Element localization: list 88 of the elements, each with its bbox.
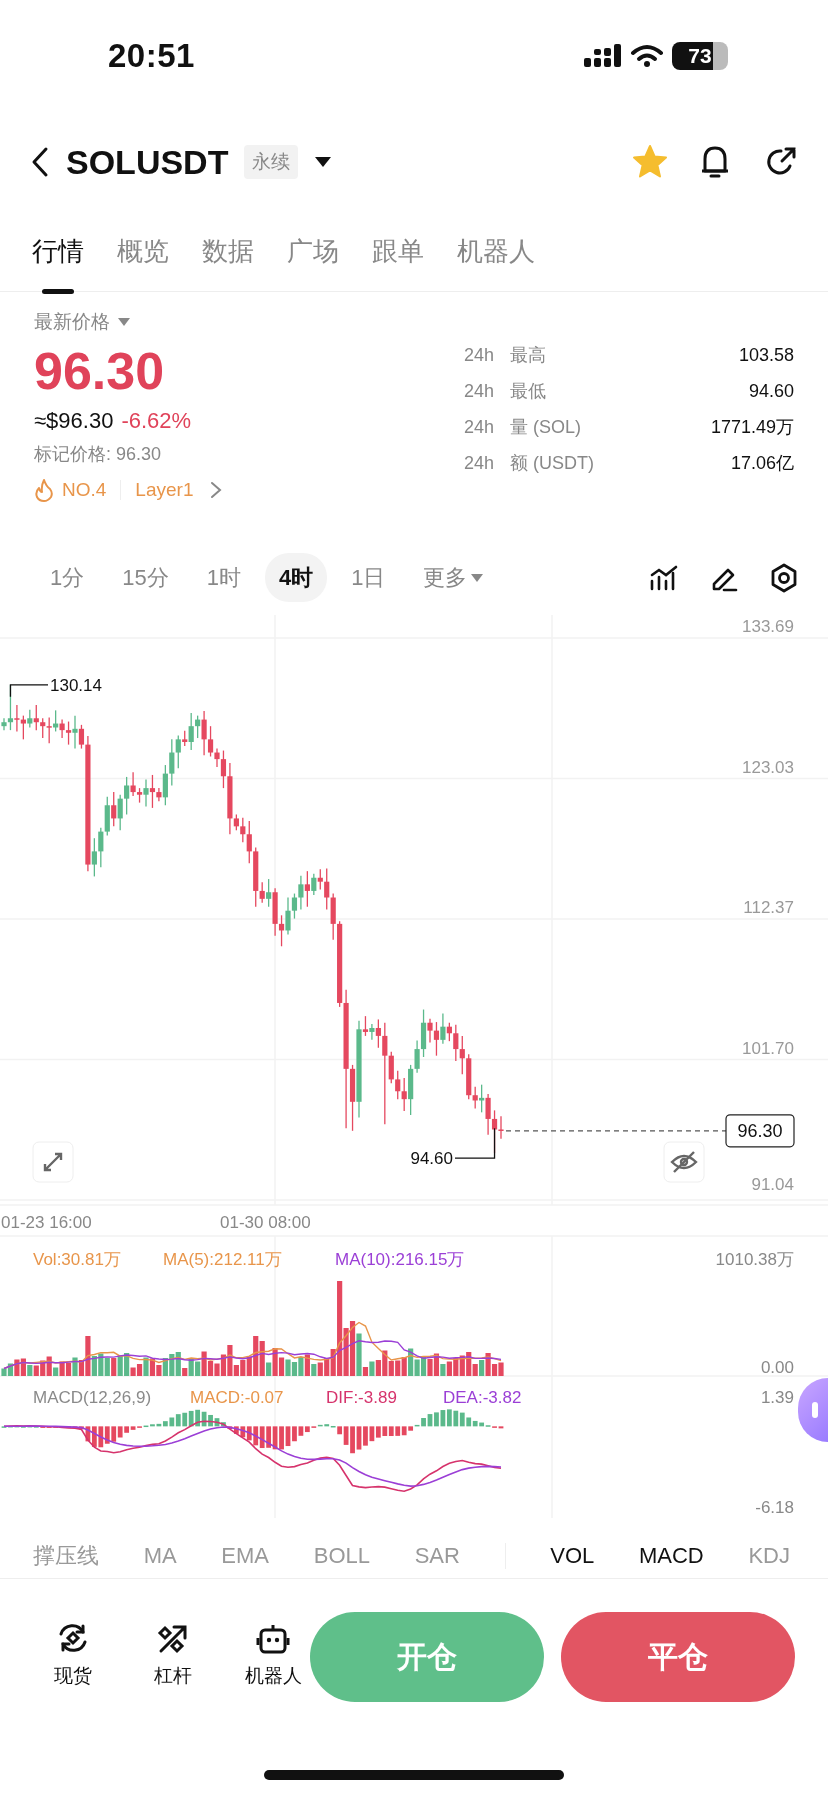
tab[interactable]: 机器人 <box>457 211 535 292</box>
close-position-button[interactable]: 平仓 <box>561 1611 795 1702</box>
rank-label: NO.4 <box>62 477 107 502</box>
timeframe-tab[interactable]: 4时 <box>265 553 328 602</box>
tab[interactable]: 跟单 <box>372 211 424 292</box>
time-label: 01-23 16:00 <box>1 1213 92 1232</box>
stat-value: 17.06亿 <box>730 452 794 475</box>
stat-period: 24h <box>464 380 495 403</box>
legend-label: MA(10):216.15万 <box>335 1250 465 1269</box>
tab[interactable]: 广场 <box>287 211 339 292</box>
stat-period: 24h <box>464 452 495 475</box>
bell-icon[interactable] <box>700 144 730 180</box>
tab[interactable]: 行情 <box>32 211 84 292</box>
nav-button[interactable]: 杠杆 <box>138 1622 208 1691</box>
legend-label: Vol:30.81万 <box>33 1250 121 1269</box>
stat-period: 24h <box>464 416 495 439</box>
leader-line <box>454 1127 496 1159</box>
legend-label: MACD(12,26,9) <box>33 1388 152 1407</box>
axis-label: 0.00 <box>760 1358 794 1377</box>
axis-label: 91.04 <box>751 1175 794 1194</box>
wifi-icon <box>630 44 664 68</box>
indicator-tab[interactable]: EMA <box>221 1539 270 1572</box>
axis-label: 101.70 <box>742 1038 794 1058</box>
indicator-tab[interactable]: MACD <box>638 1539 704 1572</box>
stat-label: 量 (SOL) <box>510 416 583 439</box>
signal-icon <box>584 44 622 68</box>
timeframe-tab[interactable]: 1时 <box>192 553 255 602</box>
stat-label: 最低 <box>510 380 548 403</box>
high-price-label: 130.14 <box>50 675 102 695</box>
legend-label: DIF:-3.89 <box>326 1388 397 1407</box>
axis-label: 133.69 <box>742 617 794 636</box>
axis-label: 123.03 <box>742 757 794 777</box>
timeframe-tab[interactable]: 15分 <box>108 553 183 602</box>
indicator-tab[interactable]: VOL <box>550 1539 595 1572</box>
back-icon <box>30 146 50 178</box>
price-type-label: 最新价格 <box>34 310 110 334</box>
settings-icon[interactable] <box>770 562 798 593</box>
contract-badge: 永续 <box>244 144 299 180</box>
assistant-bubble-icon[interactable] <box>798 1378 828 1442</box>
open-position-button[interactable]: 开仓 <box>310 1611 544 1702</box>
mark-price: 标记价格: 96.30 <box>34 442 163 466</box>
indicator-tab[interactable]: SAR <box>414 1539 460 1572</box>
flame-icon <box>34 477 54 502</box>
axis-label: 1.39 <box>760 1388 794 1407</box>
low-price-label: 94.60 <box>410 1149 453 1169</box>
axis-label: 112.37 <box>743 898 794 917</box>
battery-icon: 73 <box>672 42 728 70</box>
leader-line <box>9 684 49 698</box>
indicator-tab[interactable]: KDJ <box>748 1539 790 1572</box>
last-price: 96.30 <box>34 342 166 400</box>
legend-label: MACD:-0.07 <box>190 1388 284 1407</box>
caret-icon <box>471 573 484 582</box>
price-change: -6.62% <box>121 406 192 435</box>
clock: 20:51 <box>108 36 195 77</box>
back-button[interactable] <box>30 146 50 178</box>
nav-button[interactable]: 现货 <box>38 1622 108 1691</box>
indicator-icon[interactable] <box>650 564 678 591</box>
usd-price: ≈$96.30 <box>34 406 114 435</box>
caret-icon[interactable] <box>314 156 333 168</box>
star-icon[interactable] <box>632 144 668 180</box>
expand-icon[interactable] <box>32 1141 74 1183</box>
time-label: 01-30 08:00 <box>220 1213 311 1232</box>
stat-value: 94.60 <box>748 380 794 403</box>
indicator-tab[interactable]: BOLL <box>313 1539 370 1572</box>
indicator-tab[interactable]: MA <box>143 1539 177 1572</box>
axis-label: -6.18 <box>755 1498 794 1517</box>
stat-label: 最高 <box>510 344 548 367</box>
stat-period: 24h <box>464 344 495 367</box>
indicator-tab[interactable]: 撑压线 <box>33 1539 99 1572</box>
tab[interactable]: 数据 <box>202 211 254 292</box>
more-dropdown[interactable]: 更多 <box>409 553 498 602</box>
hide-icon[interactable] <box>663 1141 705 1183</box>
sector-tag[interactable]: Layer1 <box>135 475 194 505</box>
current-price-tag <box>725 1114 795 1148</box>
nav-button[interactable]: 机器人 <box>238 1622 308 1691</box>
stat-value: 1771.49万 <box>710 416 794 439</box>
axis-label: 1010.38万 <box>715 1250 794 1269</box>
stat-value: 103.58 <box>738 344 794 367</box>
symbol-title: SOLUSDT <box>66 141 229 183</box>
timeframe-tab[interactable]: 1日 <box>337 553 400 602</box>
legend-label: MA(5):212.11万 <box>163 1250 282 1269</box>
chevron-right-icon[interactable] <box>209 479 224 500</box>
tab[interactable]: 概览 <box>117 211 169 292</box>
robot-icon <box>256 1622 290 1657</box>
timeframe-tab[interactable]: 1分 <box>36 553 99 602</box>
stat-label: 额 (USDT) <box>510 452 596 475</box>
current-price-label: 96.30 <box>737 1120 783 1141</box>
legend-label: DEA:-3.82 <box>443 1388 522 1407</box>
